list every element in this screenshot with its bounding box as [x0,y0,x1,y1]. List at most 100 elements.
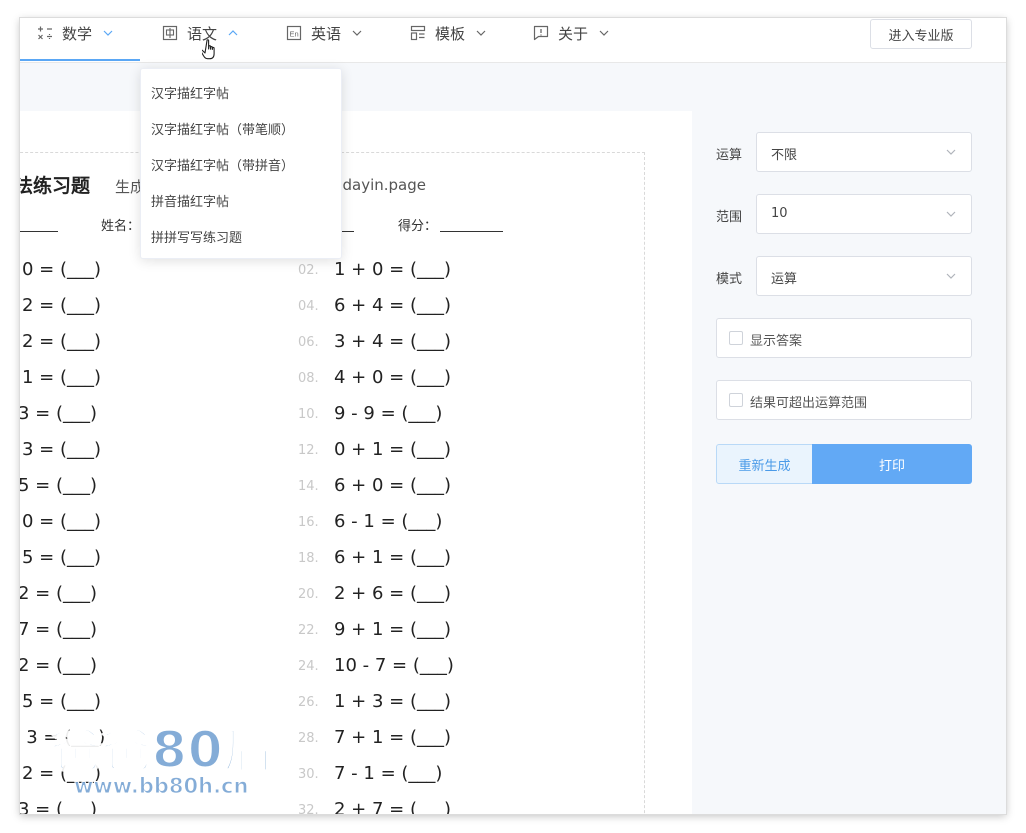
question-left: 5 = (___) [22,691,102,712]
svg-text:En: En [290,30,299,39]
question-number: 04. [298,299,319,314]
question-number: 10. [298,407,319,422]
show-answers-label: 显示答案 [750,334,803,349]
chinese-char-icon [162,25,178,41]
range-label: 范围 [716,210,743,225]
chevron-up-icon [227,27,239,39]
nav-item-template[interactable]: 模板 [410,18,487,48]
chevron-down-icon [945,270,957,282]
nav-label: 数学 [62,24,93,43]
operation-select[interactable]: 不限 [756,132,972,172]
question-number: 28. [298,731,319,746]
number-underline [340,231,354,232]
chevron-down-icon [945,146,957,158]
allow-overflow-label: 结果可超出运算范围 [750,396,868,411]
math-ops-icon [37,25,53,41]
checkbox-box[interactable] [729,331,743,345]
question-number: 20. [298,587,319,602]
template-icon [410,25,426,41]
allow-overflow-checkbox[interactable]: 结果可超出运算范围 [716,380,972,420]
nav-label: 模板 [435,24,466,43]
question-number: 26. [298,695,319,710]
question-right: 10 - 7 = (___) [334,655,454,676]
range-select[interactable]: 10 [756,194,972,234]
print-button[interactable]: 打印 [812,444,972,484]
dropdown-item[interactable]: 汉字描红字帖（带拼音） [151,155,294,174]
chevron-down-icon [945,208,957,220]
mode-label: 模式 [716,272,743,287]
chevron-down-icon [598,27,610,39]
nav-item-about[interactable]: 关于 [533,18,610,48]
pro-version-button[interactable]: 进入专业版 [870,19,972,49]
nav-item-english[interactable]: En 英语 [286,18,363,48]
mode-select[interactable]: 运算 [756,256,972,296]
question-number: 16. [298,515,319,530]
question-number: 32. [298,803,319,814]
question-number: 02. [298,263,319,278]
watermark-url: www.bb80h.cn [73,774,249,799]
question-left: 5 = (___) [22,547,102,568]
question-right: 6 - 1 = (___) [334,511,443,532]
chevron-down-icon [351,27,363,39]
dropdown-item[interactable]: 拼音描红字帖 [151,191,229,210]
question-number: 24. [298,659,319,674]
dropdown-item[interactable]: 汉字描红字帖 [151,83,229,102]
operation-value: 不限 [771,148,798,163]
nav-item-math[interactable]: 数学 [37,18,114,48]
regenerate-button[interactable]: 重新生成 [716,444,813,484]
question-left: 0 = (___) [22,511,102,532]
watermark-logo: 爸爸80后 [49,720,275,780]
about-chat-icon [533,25,549,41]
question-number: 18. [298,551,319,566]
score-underline [440,231,503,232]
question-right: 7 - 1 = (___) [334,763,443,784]
question-right: 0 + 1 = (___) [334,439,451,460]
range-value: 10 [771,206,788,221]
question-number: 22. [298,623,319,638]
nav-item-chinese[interactable]: 语文 [162,18,239,48]
question-number: 30. [298,767,319,782]
show-answers-checkbox[interactable]: 显示答案 [716,318,972,358]
question-right: 6 + 4 = (___) [334,295,451,316]
dropdown-item[interactable]: 汉字描红字帖（带笔顺） [151,119,294,138]
question-right: 2 + 6 = (___) [334,583,451,604]
question-right: 6 + 0 = (___) [334,475,451,496]
question-left: 0 = (___) [22,259,102,280]
question-right: 3 + 4 = (___) [334,331,451,352]
app-window: 数学 语文 En 英语 模板 关于 进入专业版 法练习题 生成 v.dayin.… [20,18,1006,814]
score-label: 得分： [398,219,438,234]
dropdown-item[interactable]: 拼拼写写练习题 [151,227,242,246]
question-left: 1 = (___) [22,367,102,388]
question-number: 12. [298,443,319,458]
question-number: 14. [298,479,319,494]
chinese-dropdown-menu: 汉字描红字帖 汉字描红字帖（带笔顺） 汉字描红字帖（带拼音） 拼音描红字帖 拼拼… [140,68,342,259]
class-underline [20,231,58,232]
hand-cursor-icon [200,38,220,62]
question-left: 2 = (___) [20,583,98,604]
question-left: 3 = (___) [20,799,98,814]
question-right: 7 + 1 = (___) [334,727,451,748]
english-en-icon: En [286,25,302,41]
question-left: 7 = (___) [20,619,98,640]
chevron-down-icon [475,27,487,39]
question-left: 5 = (___) [20,475,98,496]
question-right: 4 + 0 = (___) [334,367,451,388]
question-number: 06. [298,335,319,350]
question-right: 1 + 0 = (___) [334,259,451,280]
active-tab-indicator [20,59,140,61]
top-nav: 数学 语文 En 英语 模板 关于 进入专业版 [20,18,1006,63]
nav-label: 关于 [558,24,589,43]
question-left: 2 = (___) [22,295,102,316]
nav-label: 英语 [311,24,342,43]
question-right: 1 + 3 = (___) [334,691,451,712]
question-right: 9 - 9 = (___) [334,403,443,424]
worksheet-url: v.dayin.page [330,176,426,194]
question-left: 3 = (___) [22,439,102,460]
question-right: 9 + 1 = (___) [334,619,451,640]
chevron-down-icon [102,27,114,39]
checkbox-box[interactable] [729,393,743,407]
operation-label: 运算 [716,148,743,163]
question-left: 3 = (___) [20,403,98,424]
question-right: 6 + 1 = (___) [334,547,451,568]
question-left: 2 = (___) [22,331,102,352]
